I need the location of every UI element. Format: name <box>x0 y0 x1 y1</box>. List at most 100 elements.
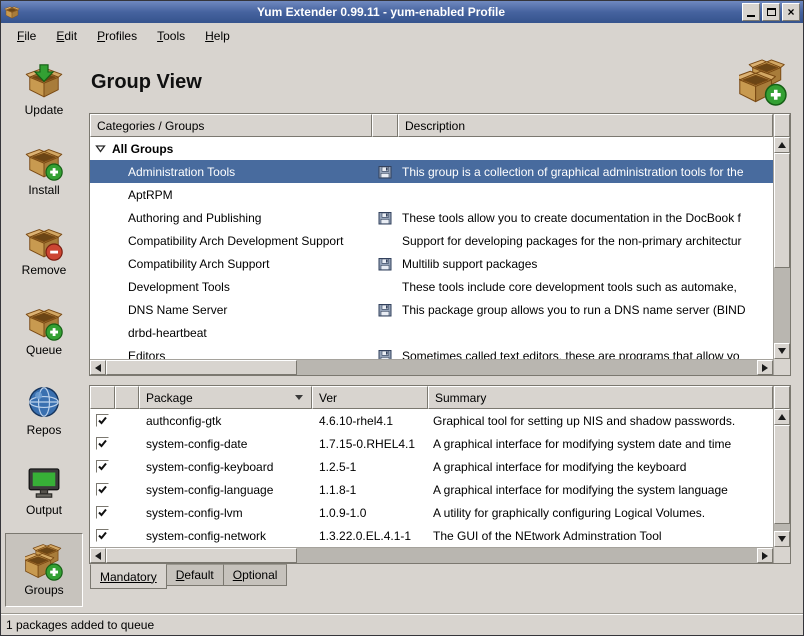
sidebar-item-remove[interactable]: Remove <box>5 213 83 287</box>
menu-file[interactable]: File <box>9 25 44 47</box>
floppy-icon <box>372 257 398 271</box>
menu-edit[interactable]: Edit <box>48 25 85 47</box>
checkbox-checked[interactable] <box>96 437 109 450</box>
package-row[interactable]: system-config-lvm1.0.9-1.0A utility for … <box>90 501 773 524</box>
vscroll-trough[interactable] <box>774 268 790 343</box>
package-checkbox-cell <box>90 529 115 542</box>
packages-hscrollbar[interactable] <box>90 547 773 563</box>
tab-default[interactable]: Default <box>166 564 224 586</box>
col-header-checkbox[interactable] <box>90 386 115 409</box>
col-header-categories[interactable]: Categories / Groups <box>90 114 372 137</box>
hscroll-thumb[interactable] <box>106 360 297 375</box>
group-row[interactable]: Authoring and PublishingThese tools allo… <box>90 206 773 229</box>
up-arrow-icon <box>778 142 786 148</box>
hscroll-trough[interactable] <box>297 360 757 375</box>
tab-optional[interactable]: Optional <box>223 564 288 586</box>
scrollbar-corner <box>774 359 790 375</box>
group-root-row[interactable]: All Groups <box>90 137 773 160</box>
statusbar: 1 packages added to queue <box>1 613 803 635</box>
package-row[interactable]: system-config-keyboard1.2.5-1A graphical… <box>90 455 773 478</box>
tab-mandatory[interactable]: Mandatory <box>90 564 167 589</box>
groups-hscrollbar[interactable] <box>90 359 773 375</box>
sidebar-item-update[interactable]: Update <box>5 53 83 127</box>
package-row[interactable]: system-config-language1.1.8-1A graphical… <box>90 478 773 501</box>
group-name: drbd-heartbeat <box>90 326 372 340</box>
scroll-left-button[interactable] <box>90 548 106 563</box>
menu-tools[interactable]: Tools <box>149 25 193 47</box>
col-header-summary[interactable]: Summary <box>428 386 773 409</box>
hscroll-trough[interactable] <box>297 548 757 563</box>
tab-label: Optional <box>233 568 278 582</box>
hscroll-thumb[interactable] <box>106 548 297 563</box>
group-row[interactable]: drbd-heartbeat <box>90 321 773 344</box>
vscroll-thumb[interactable] <box>774 425 790 524</box>
group-row[interactable]: EditorsSometimes called text editors, th… <box>90 344 773 359</box>
main-area: Group View Categories / Groups Descripti… <box>87 49 803 613</box>
menu-help[interactable]: Help <box>197 25 238 47</box>
packages-table-header: Package Ver Summary <box>90 386 773 409</box>
col-header-ver[interactable]: Ver <box>312 386 428 409</box>
groups-table: Categories / Groups Description All Grou… <box>89 113 791 376</box>
scroll-up-button[interactable] <box>774 409 790 425</box>
header-corner <box>774 386 790 409</box>
package-row[interactable]: system-config-date1.7.15-0.RHEL4.1A grap… <box>90 432 773 455</box>
close-button[interactable]: × <box>782 3 800 21</box>
heading-row: Group View <box>89 49 791 113</box>
col-header-group-icon[interactable] <box>372 114 398 137</box>
group-row[interactable]: DNS Name Server This package group allows… <box>90 298 773 321</box>
col-header-description[interactable]: Description <box>398 114 773 137</box>
right-arrow-icon <box>762 364 768 372</box>
group-name: DNS Name Server <box>90 303 372 317</box>
checkbox-checked[interactable] <box>96 506 109 519</box>
sidebar-item-install[interactable]: Install <box>5 133 83 207</box>
scroll-left-button[interactable] <box>90 360 106 375</box>
package-version: 1.0.9-1.0 <box>312 506 428 520</box>
menu-profiles[interactable]: Profiles <box>89 25 145 47</box>
minimize-icon <box>747 15 755 17</box>
package-summary: A graphical interface for modifying the … <box>428 460 773 474</box>
group-row[interactable]: Compatibility Arch SupportMultilib suppo… <box>90 252 773 275</box>
col-header-package[interactable]: Package <box>139 386 312 409</box>
package-row[interactable]: system-config-network1.3.22.0.EL.4.1-1Th… <box>90 524 773 547</box>
group-row[interactable]: AptRPM <box>90 183 773 206</box>
sidebar-item-output[interactable]: Output <box>5 453 83 527</box>
package-row[interactable]: authconfig-gtk4.6.10-rhel4.1Graphical to… <box>90 409 773 432</box>
maximize-button[interactable] <box>762 3 780 21</box>
header-corner <box>774 114 790 137</box>
minimize-button[interactable] <box>742 3 760 21</box>
group-row[interactable]: Administration ToolsThis group is a coll… <box>90 160 773 183</box>
scroll-down-button[interactable] <box>774 343 790 359</box>
checkbox-checked[interactable] <box>96 529 109 542</box>
sidebar-item-queue[interactable]: Queue <box>5 293 83 367</box>
sidebar-item-repos[interactable]: Repos <box>5 373 83 447</box>
group-description: These tools include core development too… <box>398 280 773 294</box>
groups-vscrollbar[interactable] <box>773 114 790 375</box>
right-arrow-icon <box>762 552 768 560</box>
scroll-up-button[interactable] <box>774 137 790 153</box>
package-checkbox-cell <box>90 414 115 427</box>
checkbox-checked[interactable] <box>96 483 109 496</box>
checkbox-checked[interactable] <box>96 460 109 473</box>
expander-open-icon[interactable] <box>95 143 106 154</box>
sort-descending-icon <box>295 395 303 400</box>
group-row[interactable]: Development ToolsThese tools include cor… <box>90 275 773 298</box>
package-checkbox-cell <box>90 506 115 519</box>
checkbox-checked[interactable] <box>96 414 109 427</box>
group-description: Support for developing packages for the … <box>398 234 773 248</box>
sidebar-item-groups[interactable]: Groups <box>5 533 83 607</box>
group-description: This package group allows you to run a D… <box>398 303 773 317</box>
packages-table-rows: authconfig-gtk4.6.10-rhel4.1Graphical to… <box>90 409 773 547</box>
groups-table-header: Categories / Groups Description <box>90 114 773 137</box>
packages-vscrollbar[interactable] <box>773 386 790 563</box>
scroll-right-button[interactable] <box>757 548 773 563</box>
scroll-right-button[interactable] <box>757 360 773 375</box>
group-row[interactable]: Compatibility Arch Development SupportSu… <box>90 229 773 252</box>
scroll-down-button[interactable] <box>774 531 790 547</box>
vscroll-trough[interactable] <box>774 524 790 531</box>
col-header-categories-label: Categories / Groups <box>97 119 204 133</box>
sidebar-item-label: Output <box>26 503 62 517</box>
titlebar[interactable]: Yum Extender 0.99.11 - yum-enabled Profi… <box>1 1 803 23</box>
vscroll-thumb[interactable] <box>774 153 790 268</box>
package-version: 1.2.5-1 <box>312 460 428 474</box>
col-header-blank[interactable] <box>115 386 139 409</box>
